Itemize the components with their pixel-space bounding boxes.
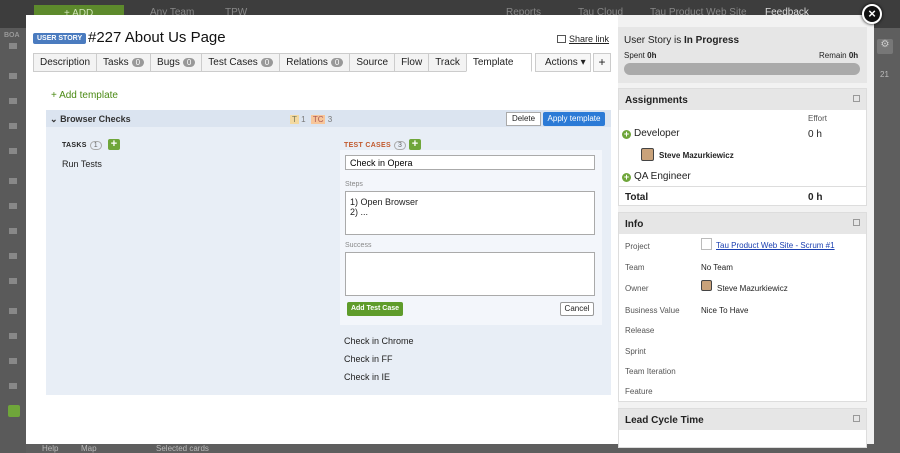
info-label: Project: [625, 242, 650, 251]
info-title: Info: [619, 213, 866, 234]
role-qa-engineer[interactable]: + QA Engineer: [622, 171, 691, 182]
tab-template[interactable]: Template: [465, 53, 533, 72]
collapse-icon[interactable]: ⌄: [50, 114, 58, 124]
test-case-name-input[interactable]: [345, 155, 595, 170]
actions-dropdown[interactable]: Actions ▾: [535, 53, 591, 72]
delete-template-button[interactable]: Delete: [506, 112, 541, 126]
role-developer[interactable]: + Developer: [622, 128, 680, 139]
entity-badge: USER STORY: [33, 33, 87, 44]
state-value[interactable]: In Progress: [684, 35, 739, 46]
board-count: 21: [880, 70, 889, 79]
template-panel: ⌄ Browser Checks T 1 TC 3 Delete Apply t…: [46, 110, 611, 395]
help-link[interactable]: Help: [42, 444, 58, 453]
apply-template-button[interactable]: Apply template: [543, 112, 605, 126]
share-label: Share link: [569, 34, 610, 44]
info-label: Feature: [625, 387, 653, 396]
selected-cards[interactable]: Selected cards: [156, 444, 209, 453]
tab-count: 0: [260, 58, 274, 67]
state-text: User Story is In Progress: [624, 35, 740, 46]
lead-cycle-card: Lead Cycle Time: [618, 408, 867, 448]
test-case-item[interactable]: Check in IE: [344, 372, 390, 382]
collapse-icon[interactable]: [853, 95, 860, 102]
story-id: #227: [88, 29, 122, 46]
test-case-editor: Steps 1) Open Browser 2) ... Success Add…: [340, 150, 602, 325]
info-card: Info Project Tau Product Web Site - Scru…: [618, 212, 867, 402]
steps-label: Steps: [345, 181, 363, 188]
tab-track[interactable]: Track: [428, 53, 466, 72]
app-sidebar: [0, 28, 26, 453]
effort-header: Effort: [808, 114, 827, 123]
gear-icon[interactable]: ⚙: [877, 39, 893, 54]
user-story-modal: USER STORY #227 About Us Page Share link…: [26, 15, 874, 448]
info-label: Owner: [625, 284, 649, 293]
test-case-item[interactable]: Check in Chrome: [344, 336, 414, 346]
tab-test-cases[interactable]: Test Cases 0: [201, 53, 280, 72]
tab-source[interactable]: Source: [349, 53, 395, 72]
tab-count: 0: [131, 58, 145, 67]
remain-time: Remain 0h: [819, 51, 859, 60]
info-label: Sprint: [625, 347, 646, 356]
business-value[interactable]: Nice To Have: [701, 306, 748, 315]
add-test-case-button[interactable]: +: [409, 139, 421, 150]
chevron-down-icon: ▾: [580, 57, 586, 68]
info-label: Release: [625, 326, 655, 335]
task-item[interactable]: Run Tests: [62, 159, 102, 169]
test-case-item[interactable]: Check in FF: [344, 354, 393, 364]
owner-value[interactable]: Steve Mazurkiewicz: [717, 284, 788, 293]
collapse-icon[interactable]: [853, 219, 860, 226]
app-right-strip: [874, 28, 900, 453]
close-icon[interactable]: ×: [862, 4, 882, 24]
add-tab-button[interactable]: +: [593, 53, 611, 72]
tab-count: 0: [182, 58, 196, 67]
details-panel: User Story is In Progress Spent 0h Remai…: [618, 15, 874, 448]
total-label: Total: [625, 192, 649, 203]
add-assignee-icon[interactable]: +: [622, 130, 631, 139]
tab-count: 0: [330, 58, 344, 67]
assignments-title: Assignments: [619, 89, 866, 110]
collapse-icon[interactable]: [853, 415, 860, 422]
tab-description[interactable]: Description: [33, 53, 97, 72]
tasks-heading: TASKS 1: [62, 141, 102, 150]
sidebar-add-icon[interactable]: [8, 405, 20, 417]
add-task-button[interactable]: +: [108, 139, 120, 150]
tab-tasks[interactable]: Tasks 0: [96, 53, 151, 72]
share-link[interactable]: Share link: [557, 34, 609, 44]
status-box: User Story is In Progress Spent 0h Remai…: [618, 27, 867, 83]
avatar: [641, 148, 654, 161]
total-value: 0 h: [808, 192, 823, 203]
tab-bar: Description Tasks 0 Bugs 0 Test Cases 0 Rel…: [33, 53, 533, 72]
info-label: Team Iteration: [625, 367, 676, 376]
story-name[interactable]: About Us Page: [125, 29, 226, 46]
board-label: BOA: [4, 32, 20, 39]
steps-textarea[interactable]: 1) Open Browser 2) ...: [345, 191, 595, 235]
story-title: #227 About Us Page: [88, 29, 226, 46]
lead-cycle-title: Lead Cycle Time: [619, 409, 866, 430]
success-textarea[interactable]: [345, 252, 595, 296]
template-name[interactable]: ⌄ Browser Checks: [50, 114, 131, 125]
tab-flow[interactable]: Flow: [394, 53, 429, 72]
add-test-case-submit[interactable]: Add Test Case: [347, 302, 403, 316]
project-link[interactable]: Tau Product Web Site - Scrum #1: [716, 241, 835, 250]
add-assignee-icon[interactable]: +: [622, 173, 631, 182]
assignee-name[interactable]: Steve Mazurkiewicz: [659, 151, 734, 160]
tab-bugs[interactable]: Bugs 0: [150, 53, 202, 72]
progress-bar: [624, 63, 860, 75]
success-label: Success: [345, 242, 372, 249]
project-icon: [701, 238, 712, 250]
assignments-card: Assignments Effort + Developer 0 h Steve …: [618, 88, 867, 206]
cancel-button[interactable]: Cancel: [560, 302, 594, 316]
tab-relations[interactable]: Relations 0: [279, 53, 350, 72]
template-header: ⌄ Browser Checks T 1 TC 3 Delete Apply t…: [46, 110, 611, 127]
avatar: [701, 280, 712, 291]
spent-time: Spent 0h: [624, 51, 657, 60]
share-icon: [557, 35, 566, 43]
info-label: Business Value: [625, 306, 680, 315]
map-link[interactable]: Map: [81, 444, 97, 453]
info-label: Team: [625, 263, 645, 272]
test-cases-heading: TEST CASES 3: [344, 141, 407, 150]
team-value[interactable]: No Team: [701, 263, 733, 272]
add-template-link[interactable]: + Add template: [51, 90, 118, 101]
template-counts: T 1 TC 3: [290, 115, 333, 124]
developer-effort[interactable]: 0 h: [808, 129, 822, 140]
